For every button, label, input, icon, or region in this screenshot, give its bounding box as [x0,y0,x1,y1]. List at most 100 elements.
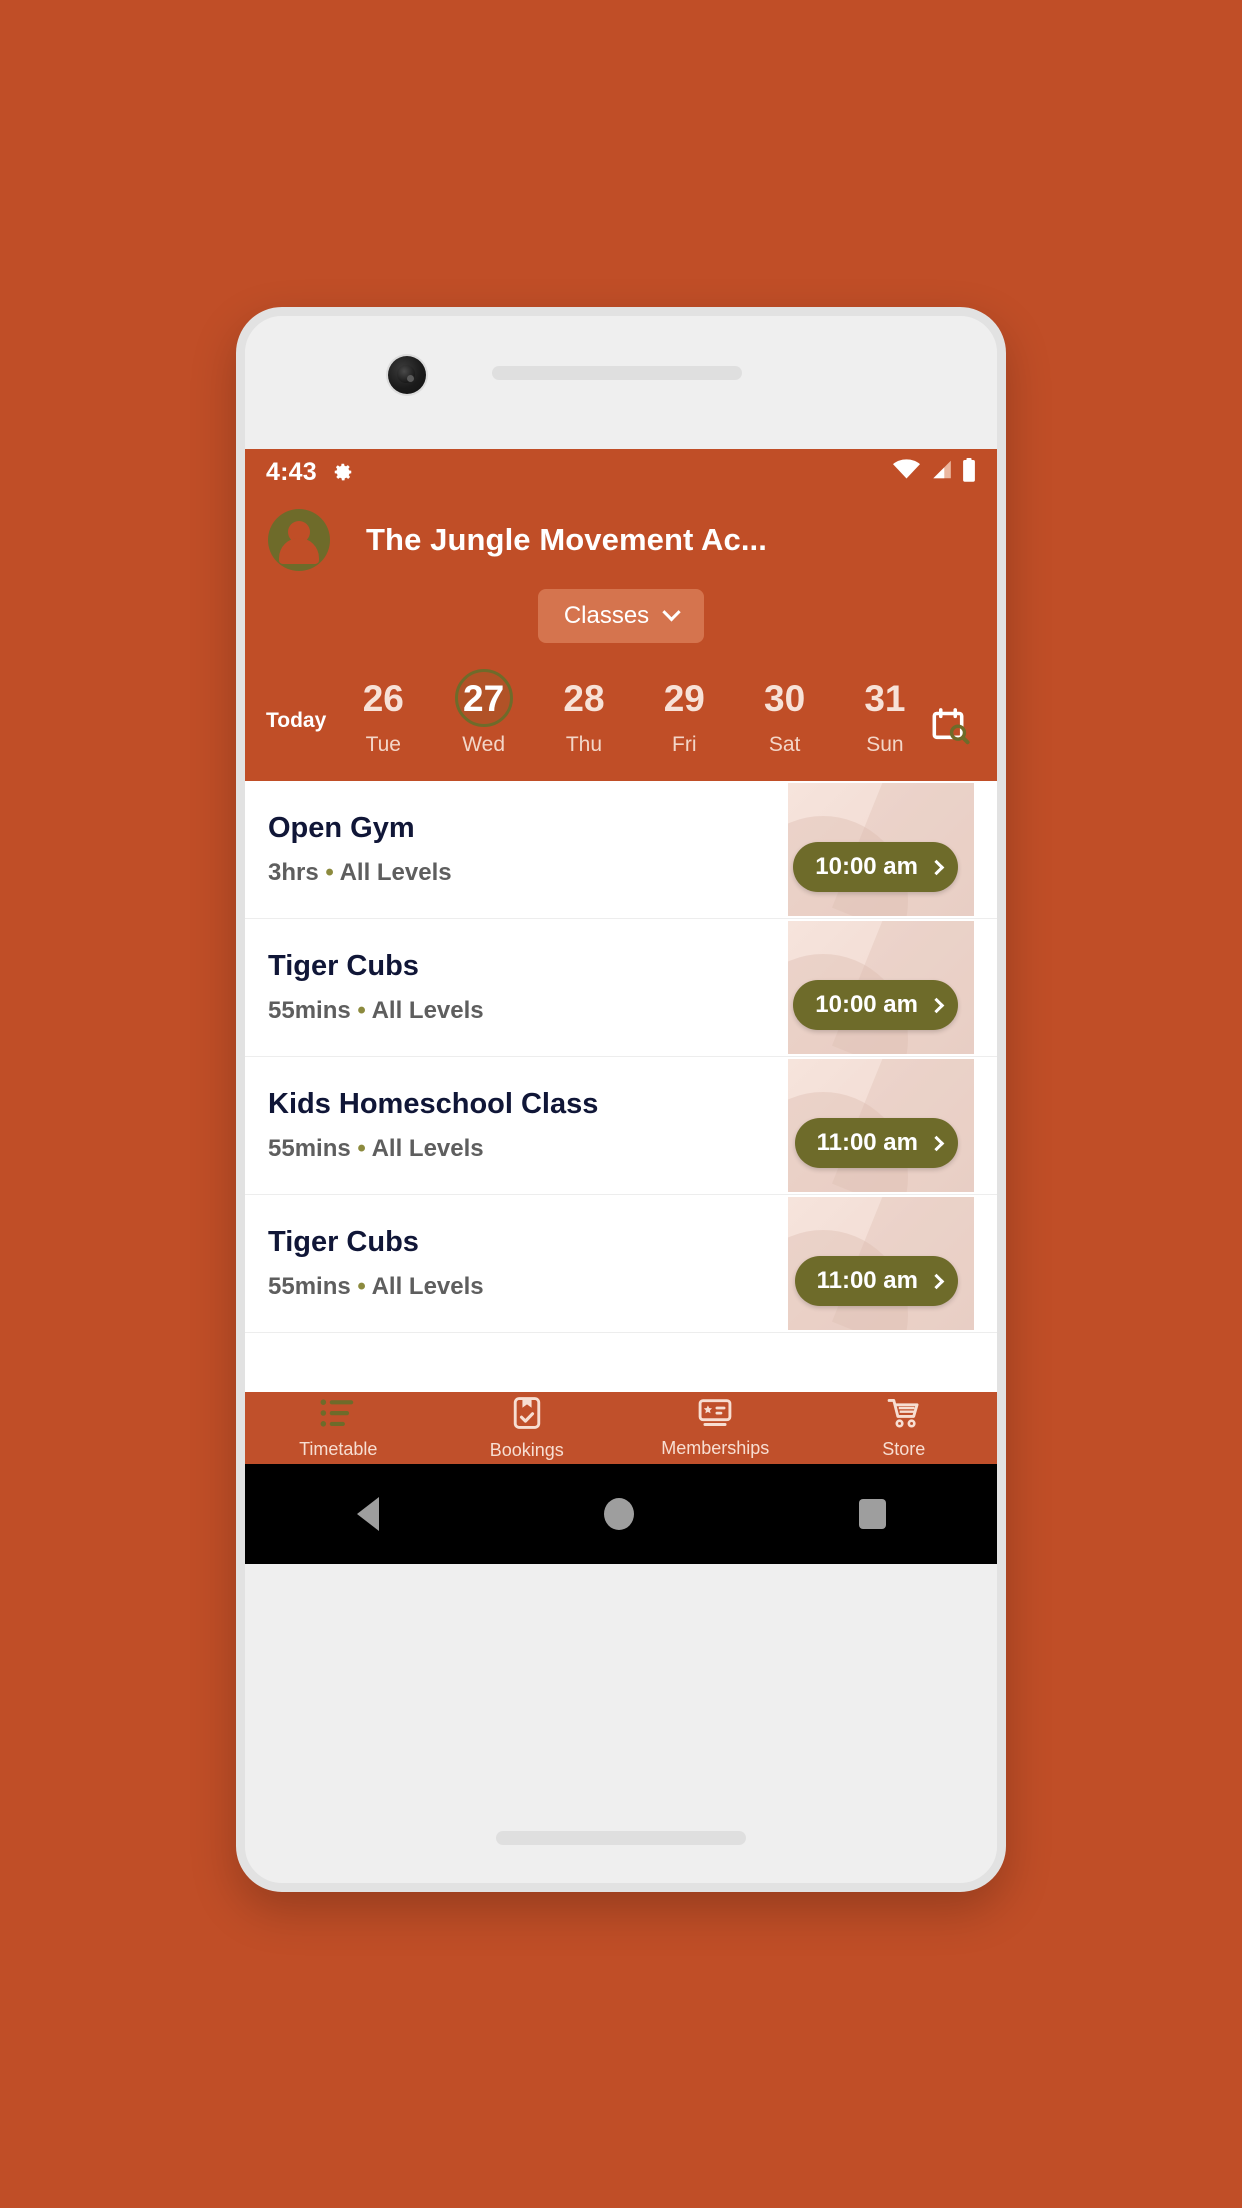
status-bar-indicators [893,457,976,487]
class-name: Open Gym [268,812,415,844]
date-number: 29 [663,677,705,719]
bottom-nav-item-timetable[interactable]: Timetable [245,1397,433,1460]
bottom-nav-label: Timetable [299,1438,378,1459]
chevron-down-icon [662,602,681,621]
chevron-right-icon [928,1135,945,1151]
page-title: The Jungle Movement Ac... [366,522,767,557]
class-row[interactable]: Kids Homeschool Class 55mins • All Levels… [245,1057,997,1195]
class-thumbnail: 10:00 am [788,921,974,1054]
bottom-nav-item-bookings[interactable]: Bookings [433,1396,622,1461]
class-meta: 55mins • All Levels [268,1273,788,1301]
earpiece-speaker [492,366,742,380]
class-meta: 55mins • All Levels [268,997,788,1025]
bottom-nav-label: Memberships [661,1437,770,1458]
meta-separator: • [357,1273,366,1300]
classes-filter-label: Classes [563,602,650,629]
class-duration: 55mins [268,1273,351,1300]
class-thumbnail: 11:00 am [788,1197,974,1330]
class-duration: 3hrs [268,859,319,886]
date-weekday: Sat [768,733,801,756]
class-time: 11:00 am [816,1267,918,1294]
meta-separator: • [357,997,366,1024]
chevron-right-icon [928,997,945,1013]
battery-icon [962,457,976,487]
bottom-navigation: Timetable Bookings Memberships Store [245,1392,997,1464]
date-number: 30 [764,677,806,719]
account-avatar-icon[interactable] [268,509,330,571]
bottom-nav-label: Store [882,1438,926,1459]
chevron-right-icon [928,1273,945,1289]
class-level: All Levels [339,859,452,886]
android-navigation-bar [245,1464,997,1564]
class-time-badge[interactable]: 10:00 am [793,980,958,1030]
meta-separator: • [325,859,334,886]
calendar-search-icon[interactable] [924,669,976,745]
date-number: 27 [454,669,513,727]
date-number: 28 [563,677,605,719]
gear-icon [332,461,354,483]
cellular-signal-icon [929,459,953,485]
class-meta: 3hrs • All Levels [268,859,788,887]
date-strip-days: 26 Tue 27 Wed 28 Thu 29 Fri 30 Sat 31 Sun [344,669,924,757]
date-chip-tue[interactable]: 26 Tue [344,669,422,757]
meta-separator: • [357,1135,366,1162]
phone-inner-bezel: 4:43 The Jungle Movement Ac... Classes T… [245,316,997,1883]
class-info: Tiger Cubs 55mins • All Levels [268,1195,788,1332]
class-row[interactable]: Open Gym 3hrs • All Levels 10:00 am [245,781,997,919]
status-bar-time: 4:43 [266,457,317,486]
date-weekday: Fri [672,733,697,756]
classes-filter-dropdown[interactable]: Classes [537,589,705,643]
class-thumbnail: 10:00 am [788,783,974,916]
class-time-badge[interactable]: 11:00 am [794,1118,958,1168]
class-level: All Levels [371,1135,484,1162]
date-chip-fri[interactable]: 29 Fri [645,669,723,757]
class-name: Kids Homeschool Class [268,1088,599,1120]
class-time: 11:00 am [816,1129,918,1156]
class-row[interactable]: Tiger Cubs 55mins • All Levels 11:00 am [245,1195,997,1333]
clipboard-check-icon [512,1396,542,1435]
app-screen: 4:43 The Jungle Movement Ac... Classes T… [245,449,997,1564]
class-time-badge[interactable]: 11:00 am [794,1256,958,1306]
bottom-nav-item-store[interactable]: Store [810,1397,998,1460]
filter-chip-wrap: Classes [268,579,974,661]
home-button[interactable] [603,1498,634,1530]
app-header: The Jungle Movement Ac... Classes [245,495,997,661]
class-level: All Levels [371,997,484,1024]
class-thumbnail: 11:00 am [788,1059,974,1192]
date-chip-wed[interactable]: 27 Wed [445,669,523,757]
shopping-cart-icon [887,1397,921,1434]
date-strip: Today 26 Tue 27 Wed 28 Thu 29 Fri 30 Sat 31 Sun [245,661,997,781]
front-camera-icon [388,356,426,394]
class-time: 10:00 am [815,853,918,880]
class-duration: 55mins [268,997,351,1024]
date-weekday: Tue [365,733,401,756]
class-time-badge[interactable]: 10:00 am [793,842,958,892]
class-row[interactable]: Tiger Cubs 55mins • All Levels 10:00 am [245,919,997,1057]
timetable-list-icon [320,1397,356,1434]
class-time: 10:00 am [815,991,918,1018]
phone-bottom-speaker [496,1831,746,1845]
bottom-nav-item-memberships[interactable]: Memberships [621,1398,810,1459]
date-number: 31 [864,677,906,719]
class-list: Open Gym 3hrs • All Levels 10:00 am Tiger C… [245,781,997,1333]
scene-background: 4:43 The Jungle Movement Ac... Classes T… [0,0,1242,2208]
date-chip-sun[interactable]: 31 Sun [846,669,924,757]
date-number: 26 [362,677,404,719]
recents-button[interactable] [858,1499,886,1529]
membership-card-icon [698,1398,732,1433]
class-name: Tiger Cubs [268,1226,419,1258]
date-weekday: Thu [565,733,603,756]
date-weekday: Sun [866,733,904,756]
class-level: All Levels [371,1273,484,1300]
date-weekday: Wed [462,733,506,756]
avatar-body [279,538,319,564]
chevron-right-icon [928,859,945,875]
date-chip-thu[interactable]: 28 Thu [545,669,623,757]
date-chip-sat[interactable]: 30 Sat [746,669,824,757]
class-duration: 55mins [268,1135,351,1162]
class-meta: 55mins • All Levels [268,1135,788,1163]
back-button[interactable] [356,1497,379,1531]
phone-device-frame: 4:43 The Jungle Movement Ac... Classes T… [236,307,1006,1892]
class-info: Tiger Cubs 55mins • All Levels [268,919,788,1056]
class-info: Kids Homeschool Class 55mins • All Levels [268,1057,788,1194]
